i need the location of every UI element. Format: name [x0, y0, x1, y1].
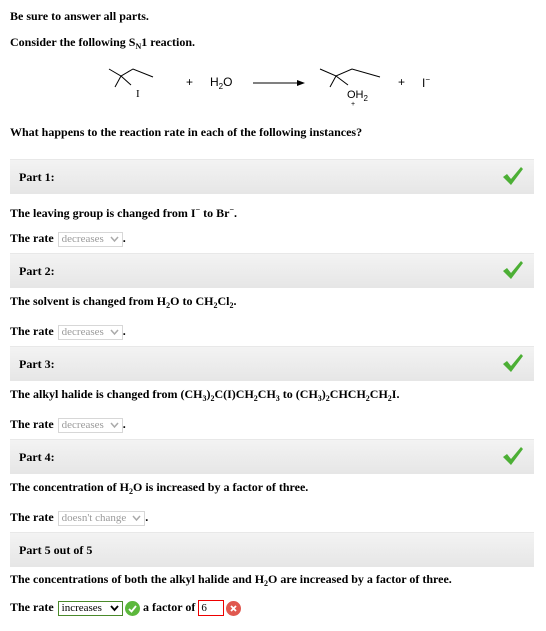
reaction-arrow-icon: [253, 80, 305, 86]
x-circle-icon[interactable]: [226, 600, 242, 616]
part-4-answer-row: The rate doesn't change .: [10, 510, 149, 526]
reaction-scheme: I + H2O OH2 + + I−: [0, 55, 546, 110]
checkmark-icon: [503, 447, 523, 465]
iodo-substituent-label: I: [136, 88, 140, 100]
checkmark-icon: [503, 354, 523, 372]
part-2-label: Part 2:: [19, 264, 55, 278]
part-3-header: Part 3:: [10, 346, 534, 381]
oxonium-charge: +: [351, 101, 356, 108]
chevron-down-icon: [110, 236, 119, 242]
alkyl-iodide-structure: [108, 68, 154, 88]
part-4-header: Part 4:: [10, 439, 534, 474]
part-3-statement: The alkyl halide is changed from (CH3)2C…: [10, 387, 400, 403]
part-1-header: Part 1:: [10, 159, 534, 194]
chevron-down-icon: [110, 422, 119, 428]
instruction-text: Be sure to answer all parts.: [10, 9, 149, 23]
chevron-down-icon: [110, 329, 119, 335]
part-2-answer-row: The rate decreases .: [10, 324, 126, 340]
part-2-statement: The solvent is changed from H2O to CH2Cl…: [10, 294, 237, 310]
part-5-statement: The concentrations of both the alkyl hal…: [10, 572, 452, 588]
plus-sign-2: +: [398, 75, 406, 89]
question-text: What happens to the reaction rate in eac…: [10, 125, 363, 139]
part-4-statement: The concentration of H2O is increased by…: [10, 480, 309, 496]
part-1-answer-row: The rate decreases .: [10, 231, 126, 247]
part-5-header: Part 5 out of 5: [10, 532, 534, 567]
chevron-down-icon: [110, 605, 119, 612]
part-2-rate-select[interactable]: decreases: [57, 324, 123, 340]
part-5-rate-select[interactable]: increases: [57, 600, 123, 616]
checkmark-icon: [503, 261, 523, 279]
check-circle-icon: [124, 600, 140, 616]
plus-sign: +: [186, 75, 194, 89]
part-2-header: Part 2:: [10, 253, 534, 288]
part-4-rate-select[interactable]: doesn't change: [57, 510, 146, 526]
part-5-label: Part 5 out of 5: [19, 543, 93, 557]
iodide-ion: I−: [422, 75, 431, 90]
part-1-statement: The leaving group is changed from I− to …: [10, 205, 238, 220]
factor-input[interactable]: 6: [198, 600, 225, 617]
part-4-label: Part 4:: [19, 450, 55, 464]
part-3-rate-select[interactable]: decreases: [57, 417, 123, 433]
part-1-rate-select[interactable]: decreases: [57, 231, 123, 247]
consider-text: Consider the following SN1 reaction.: [10, 35, 196, 51]
water-formula: H2O: [210, 75, 233, 91]
factor-label: a factor of: [142, 600, 196, 614]
part-1-label: Part 1:: [19, 170, 55, 184]
part-5-answer-row: The rate increases a factor of 6: [10, 600, 242, 617]
part-3-label: Part 3:: [19, 357, 55, 371]
checkmark-icon: [503, 167, 523, 185]
part-3-answer-row: The rate decreases .: [10, 417, 126, 433]
chevron-down-icon: [132, 515, 141, 521]
